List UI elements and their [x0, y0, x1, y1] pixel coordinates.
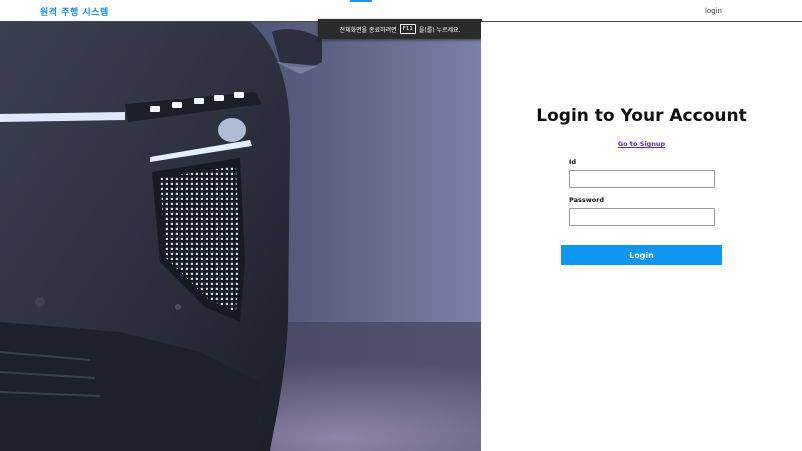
nav-indicator: [350, 0, 372, 2]
password-input[interactable]: [569, 208, 715, 226]
fullscreen-notice-text-after: 을(를) 누르세요.: [418, 26, 461, 34]
id-input[interactable]: [569, 170, 715, 188]
fullscreen-notice-text-before: 전체화면을 종료하려면: [339, 26, 397, 34]
go-to-signup-link[interactable]: Go to Signup: [481, 140, 802, 148]
login-panel: Login to Your Account Go to Signup Id Pa…: [481, 22, 802, 451]
brand-logo-text[interactable]: 원격 주행 시스템: [40, 5, 109, 18]
id-label: Id: [569, 158, 577, 166]
f11-key-badge: F11: [399, 24, 416, 34]
login-title: Login to Your Account: [536, 106, 747, 126]
nav-login-link[interactable]: login: [705, 7, 722, 15]
fullscreen-notice: 전체화면을 종료하려면 F11 을(를) 누르세요.: [318, 19, 482, 39]
password-label: Password: [569, 196, 605, 204]
car-illustration: [0, 22, 481, 451]
hero-car-image: [0, 22, 481, 451]
login-button[interactable]: Login: [561, 245, 722, 265]
